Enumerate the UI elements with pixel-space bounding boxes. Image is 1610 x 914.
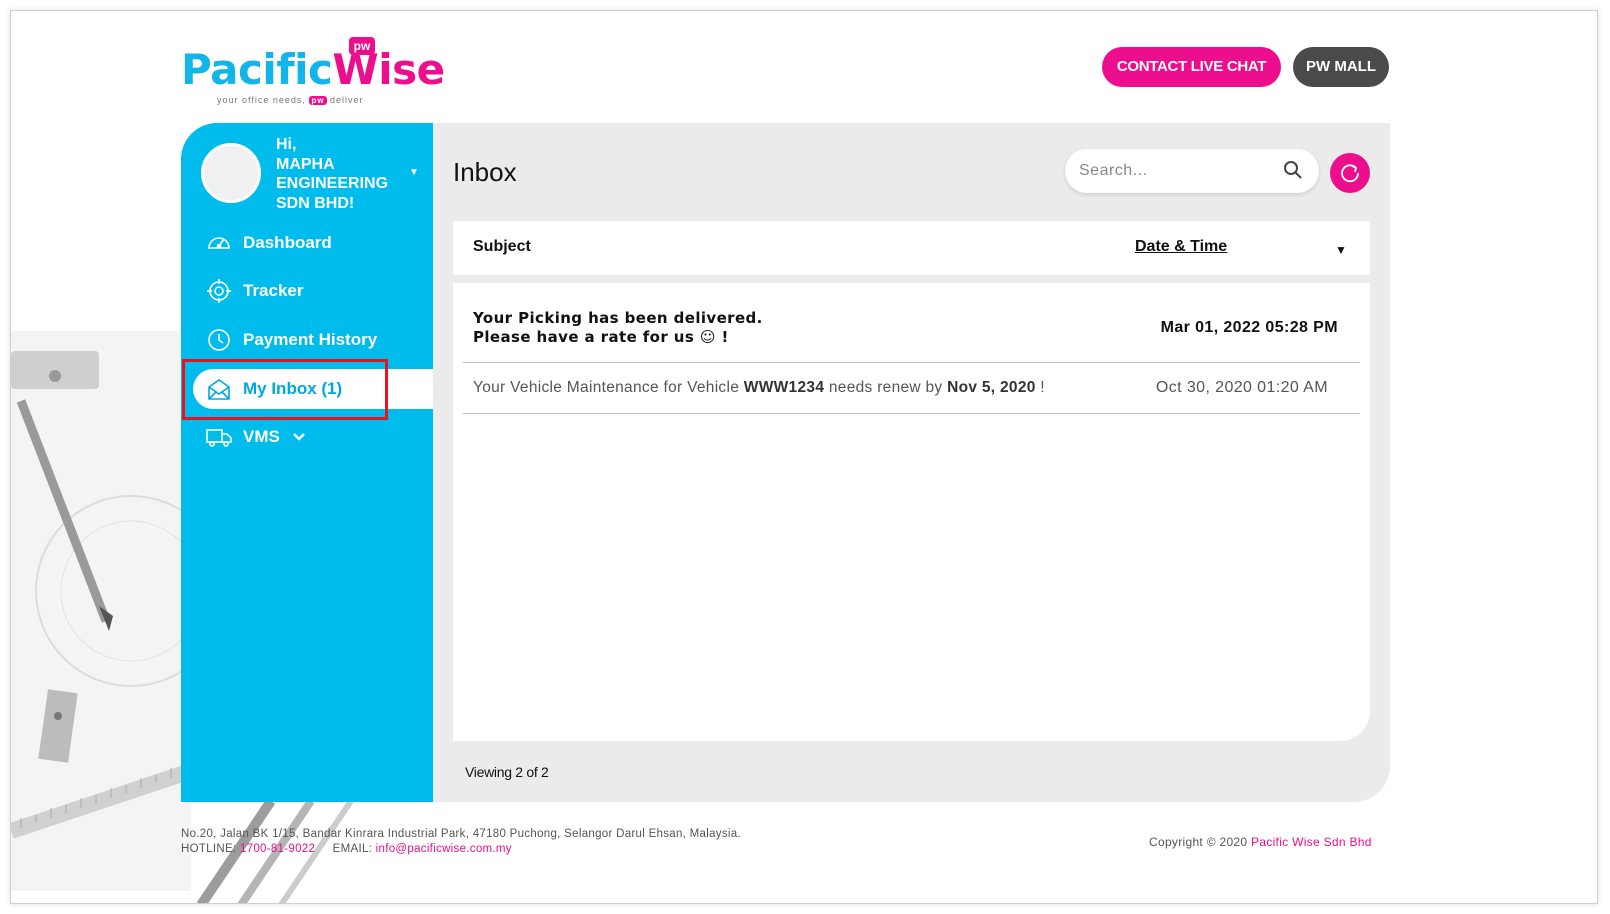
greeting-text: Hi, <box>276 136 297 153</box>
company-name: MAPHA ENGINEERING SDN BHD! <box>276 155 389 212</box>
message-subject: Your Vehicle Maintenance for Vehicle WWW… <box>473 379 1045 397</box>
logo-wordmark: PacificWise <box>181 45 445 94</box>
clock-icon <box>205 326 233 354</box>
sidebar-item-label: VMS <box>243 427 280 446</box>
renew-date: Nov 5, 2020 <box>947 379 1036 396</box>
sidebar-item-label: Dashboard <box>243 233 332 252</box>
sidebar-item-vms[interactable]: VMS <box>181 417 433 457</box>
pacificwise-logo[interactable]: PacificWise pw your office needs, pw del… <box>181 37 445 111</box>
subject-text: ! <box>1035 379 1045 396</box>
search-box <box>1065 149 1319 193</box>
column-header-date-time[interactable]: Date & Time <box>1135 238 1227 256</box>
sidebar-item-dashboard[interactable]: Dashboard <box>181 223 433 263</box>
hotline-link[interactable]: 1700-81-9022 <box>240 843 315 855</box>
sidebar-item-label: Payment History <box>243 330 378 349</box>
footer-address: No.20, Jalan BK 1/15, Bandar Kinrara Ind… <box>181 828 741 840</box>
message-subject: Your Picking has been delivered. Please … <box>473 309 763 347</box>
annotation-highlight-box <box>182 359 388 420</box>
sidebar-item-tracker[interactable]: Tracker <box>181 271 433 311</box>
subject-text: Your Vehicle Maintenance for Vehicle <box>473 379 744 396</box>
footer-contact-line: HOTLINE: 1700-81-9022 EMAIL: info@pacifi… <box>181 842 741 857</box>
hotline-label: HOTLINE: <box>181 843 237 855</box>
speedometer-icon <box>205 229 233 257</box>
subject-text: needs renew by <box>824 379 948 396</box>
subject-line-1: Your Picking has been delivered. <box>473 309 763 327</box>
sort-arrow-icon[interactable]: ▼ <box>1335 243 1347 257</box>
message-datetime: Oct 30, 2020 01:20 AM <box>1155 379 1328 396</box>
avatar[interactable] <box>201 143 261 203</box>
message-datetime: Mar 01, 2022 05:28 PM <box>1160 319 1338 336</box>
sidebar: Hi, MAPHA ENGINEERING SDN BHD! ▼ Dashboa… <box>181 123 433 802</box>
logo-tagline: your office needs, pw deliver <box>217 95 364 105</box>
copyright-text: Copyright © 2020 <box>1149 835 1248 849</box>
inbox-list: Your Picking has been delivered. Please … <box>453 283 1370 741</box>
table-row[interactable]: Your Vehicle Maintenance for Vehicle WWW… <box>463 363 1360 414</box>
column-header-subject: Subject <box>473 238 531 255</box>
email-label: EMAIL: <box>332 843 373 855</box>
app-frame: PacificWise pw your office needs, pw del… <box>10 10 1598 904</box>
search-icon[interactable] <box>1283 160 1303 185</box>
company-link[interactable]: Pacific Wise Sdn Bhd <box>1251 835 1372 849</box>
vehicle-number: WWW1234 <box>743 379 825 396</box>
subject-line-2: Please have a rate for us ☺ ! <box>473 328 729 346</box>
refresh-button[interactable] <box>1330 153 1370 193</box>
refresh-icon <box>1339 162 1361 184</box>
pw-mall-button[interactable]: PW MALL <box>1293 47 1389 87</box>
table-row[interactable]: Your Picking has been delivered. Please … <box>463 297 1360 363</box>
footer-copyright: Copyright © 2020 Pacific Wise Sdn Bhd <box>1149 835 1372 849</box>
chevron-down-icon <box>292 432 306 442</box>
logo-badge: pw <box>349 37 375 55</box>
user-greeting[interactable]: Hi, MAPHA ENGINEERING SDN BHD! <box>276 135 401 213</box>
account-dropdown-icon[interactable]: ▼ <box>409 167 419 178</box>
pagination-status: Viewing 2 of 2 <box>465 764 549 780</box>
background-stationery-art <box>11 331 191 891</box>
search-input[interactable] <box>1079 159 1269 183</box>
sidebar-item-label: Tracker <box>243 281 304 300</box>
inbox-panel: Inbox Subject Date & Time ▼ <box>433 123 1390 802</box>
contact-live-chat-button[interactable]: CONTACT LIVE CHAT <box>1102 47 1281 87</box>
footer-contact: No.20, Jalan BK 1/15, Bandar Kinrara Ind… <box>181 827 741 857</box>
page-title: Inbox <box>453 157 517 187</box>
table-header: Subject Date & Time ▼ <box>453 221 1370 275</box>
truck-icon <box>205 423 233 451</box>
crosshair-icon <box>205 277 233 305</box>
email-link[interactable]: info@pacificwise.com.my <box>376 843 512 855</box>
sidebar-item-payment-history[interactable]: Payment History <box>181 320 433 360</box>
